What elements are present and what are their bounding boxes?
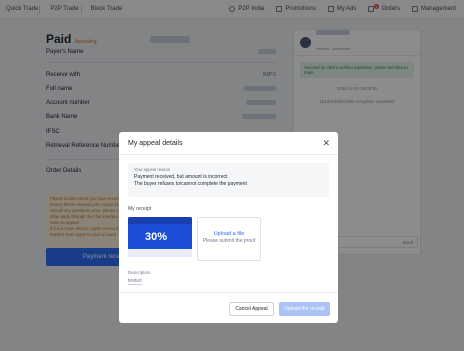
receipt-label: My receipt bbox=[128, 206, 152, 212]
receipt-thumbnail[interactable]: 30% bbox=[128, 217, 192, 257]
cancel-appeal-button[interactable]: Cancel Appeal bbox=[229, 302, 274, 316]
appeal-reason-item: Payment received, but amount is incorrec… bbox=[134, 174, 228, 180]
upload-hint: Please submit the proof bbox=[202, 238, 256, 244]
description-label: Description bbox=[128, 270, 151, 275]
appeal-reason-box: Your appeal reason Payment received, but… bbox=[128, 163, 329, 197]
appeal-details-dialog: My appeal details ✕ Your appeal reason P… bbox=[119, 132, 338, 323]
thumbnail-footer bbox=[128, 249, 192, 257]
description-value: testuri bbox=[128, 278, 142, 285]
upload-file-link[interactable]: Upload a file bbox=[198, 231, 260, 237]
appeal-reason-item: The buyer refuses to/cannot complete the… bbox=[134, 181, 247, 187]
appeal-reason-label: Your appeal reason bbox=[134, 167, 171, 172]
upload-file-dropzone[interactable]: Upload a file Please submit the proof bbox=[197, 217, 261, 261]
thumbnail-header bbox=[128, 217, 192, 224]
close-icon[interactable]: ✕ bbox=[322, 138, 330, 149]
upload-receipt-button[interactable]: Upload the receipt bbox=[279, 302, 330, 316]
dialog-title: My appeal details bbox=[128, 140, 183, 147]
dialog-footer-divider bbox=[119, 292, 338, 293]
thumbnail-text: 30% bbox=[145, 231, 168, 243]
dialog-header-divider bbox=[119, 154, 338, 155]
